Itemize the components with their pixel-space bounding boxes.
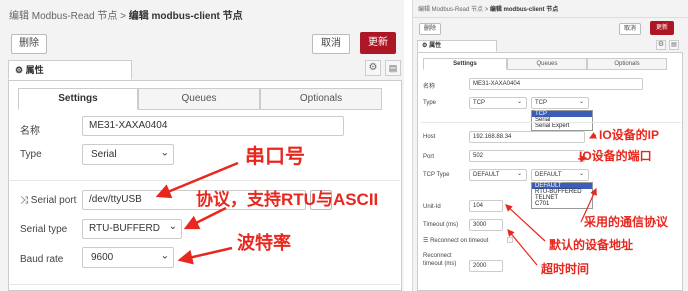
gear-icon: ⚙ <box>422 43 428 49</box>
editor-header: 编辑 Modbus-Read 节点 > 编辑 modbus-client 节点 <box>0 0 404 33</box>
chevron-down-icon: ⌄ <box>578 99 584 105</box>
serial-type-label: Serial type <box>20 224 68 235</box>
chevron-down-icon: ⌄ <box>160 147 169 159</box>
chevron-down-icon: ⌄ <box>160 250 169 262</box>
page-title: 编辑 modbus-client 节点 <box>489 7 559 13</box>
annotation-protocol: 协议，支持RTU与ASCII <box>196 190 379 209</box>
tcp-type-select[interactable]: DEFAULT ⌄ <box>469 169 527 181</box>
name-field[interactable]: ME31-XAXA0404 <box>469 78 643 90</box>
annotation-baud-rate: 波特率 <box>237 233 291 253</box>
tab-queues[interactable]: Queues <box>138 88 260 110</box>
gear-icon: ⚙ <box>15 65 24 75</box>
type-select[interactable]: TCP ⌄ <box>469 97 527 109</box>
document-icon[interactable]: ▤ <box>669 40 679 50</box>
reconnect-timeout-label: Reconnect timeout (ms) <box>423 253 457 267</box>
page-title: 编辑 modbus-client 节点 <box>128 11 243 22</box>
left-editor-panel: 编辑 Modbus-Read 节点 > 编辑 modbus-client 节点 … <box>0 0 404 291</box>
annotation-serial-port: 串口号 <box>245 146 305 168</box>
delete-button[interactable]: 删除 <box>11 34 47 54</box>
divider <box>10 284 400 285</box>
baud-rate-label: Baud rate <box>20 254 64 265</box>
update-button[interactable]: 更新 <box>650 21 674 35</box>
delete-button[interactable]: 删除 <box>419 23 441 35</box>
checkbox-icon[interactable]: ☰ <box>423 238 428 244</box>
tab-optionals[interactable]: Optionals <box>587 58 667 70</box>
chevron-down-icon: ⌄ <box>516 99 522 105</box>
editor-header: 编辑 Modbus-Read 节点 > 编辑 modbus-client 节点 <box>413 0 688 18</box>
breadcrumb: 编辑 Modbus-Read 节点 > 编辑 modbus-client 节点 <box>418 7 559 13</box>
port-field[interactable]: 502 <box>469 150 585 162</box>
cancel-button[interactable]: 取消 <box>619 23 641 35</box>
tab-optionals[interactable]: Optionals <box>260 88 382 110</box>
host-label: Host <box>423 134 436 140</box>
chevron-down-icon: ⌄ <box>516 171 522 177</box>
host-field[interactable]: 192.168.88.34 <box>469 131 585 143</box>
tab-queues[interactable]: Queues <box>507 58 587 70</box>
shuffle-icon: ⤨ <box>20 195 28 206</box>
type-label: Type <box>423 100 437 106</box>
divider <box>421 122 681 123</box>
unit-id-label: Unit-Id <box>423 204 441 210</box>
unit-id-field[interactable]: 104 <box>469 200 503 212</box>
timeout-label: Timeout (ms) <box>423 222 459 228</box>
tcp-type-options-list: DEFAULT RTU-BUFFERED TELNET C701 <box>531 182 593 209</box>
name-label: 名称 <box>423 84 436 90</box>
settings-tabs: Settings Queues Optionals <box>423 58 667 70</box>
serial-port-label: ⤨ Serial port <box>20 195 77 206</box>
properties-tab[interactable]: ⚙ 属性 <box>8 60 132 80</box>
timeout-field[interactable]: 3000 <box>469 219 503 231</box>
option-serial-expert[interactable]: Serial Expert <box>532 123 592 129</box>
option-c701[interactable]: C701 <box>532 201 592 207</box>
properties-tab[interactable]: ⚙ 属性 <box>417 40 497 52</box>
baud-rate-select[interactable]: 9600 ⌄ <box>82 247 174 268</box>
update-button[interactable]: 更新 <box>360 32 396 54</box>
right-editor-panel: 编辑 Modbus-Read 节点 > 编辑 modbus-client 节点 … <box>412 0 688 291</box>
reconnect-checkbox[interactable] <box>507 237 513 243</box>
type-options-list: TCP Serial Serial Expert <box>531 110 593 131</box>
annotation-unit-id: 默认的设备地址 <box>549 238 634 252</box>
settings-icon[interactable]: ⚙ <box>365 60 381 76</box>
annotation-ip: IO设备的IP <box>599 128 660 142</box>
reconnect-on-timeout-label: ☰ Reconnect on timeout <box>423 238 489 244</box>
serial-type-select[interactable]: RTU-BUFFERD ⌄ <box>82 219 182 239</box>
tcp-type-dropdown[interactable]: DEFAULT ⌄ <box>531 169 589 181</box>
document-icon[interactable]: ▤ <box>385 60 401 76</box>
tab-settings[interactable]: Settings <box>18 88 138 110</box>
annotation-timeout: 超时时间 <box>541 262 590 276</box>
annotation-protocol: 采用的通信协议 <box>584 215 669 229</box>
breadcrumb: 编辑 Modbus-Read 节点 > 编辑 modbus-client 节点 <box>9 11 243 22</box>
name-field[interactable]: ME31-XAXA0404 <box>82 116 344 136</box>
reconnect-timeout-field[interactable]: 2000 <box>469 260 503 272</box>
name-label: 名称 <box>20 126 40 137</box>
cancel-button[interactable]: 取消 <box>312 34 350 54</box>
type-select[interactable]: Serial ⌄ <box>82 144 174 165</box>
annotation-port: IO设备的端口 <box>579 149 652 163</box>
tcp-type-label: TCP Type <box>423 172 450 178</box>
divider <box>10 180 400 181</box>
chevron-down-icon: ⌄ <box>168 221 177 233</box>
settings-icon[interactable]: ⚙ <box>656 40 666 50</box>
settings-tabs: Settings Queues Optionals <box>18 88 382 110</box>
chevron-down-icon: ⌄ <box>578 171 584 177</box>
port-label: Port <box>423 154 435 160</box>
type-dropdown[interactable]: TCP ⌄ <box>531 97 589 109</box>
type-label: Type <box>20 149 42 160</box>
tab-settings[interactable]: Settings <box>423 58 507 70</box>
